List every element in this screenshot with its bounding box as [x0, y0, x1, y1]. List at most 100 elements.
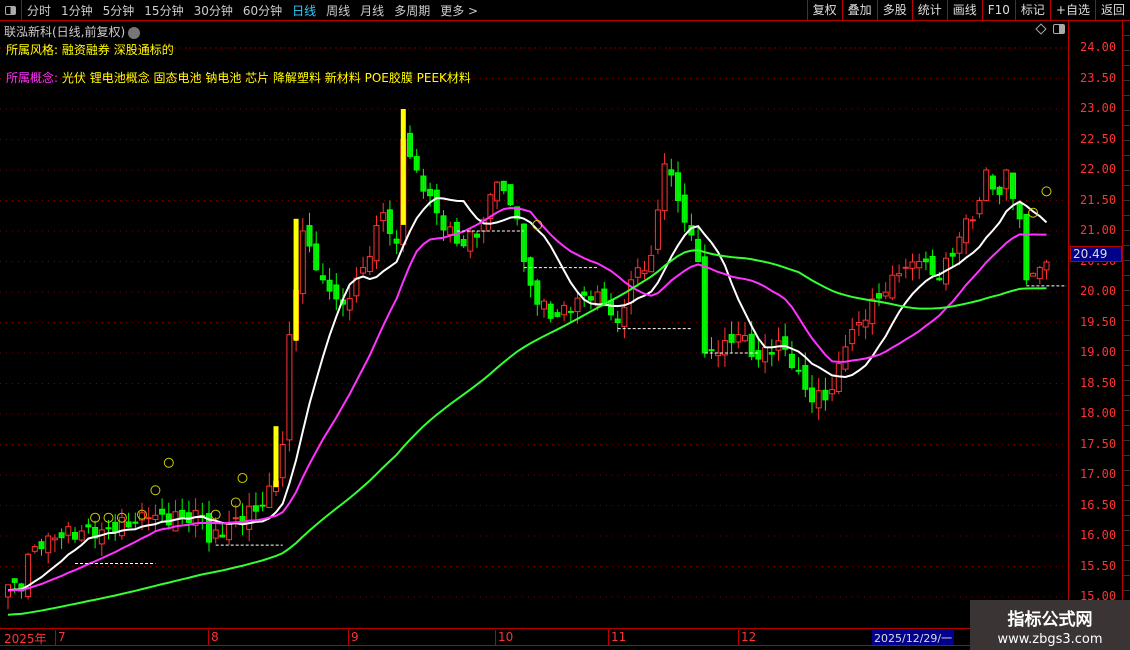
tab-period[interactable]: 5分钟: [98, 2, 140, 19]
signal-bar: [293, 218, 299, 341]
signal-bar: [400, 109, 406, 225]
candle-body: [909, 261, 916, 269]
candle-body: [534, 280, 541, 305]
side-cell: [1123, 156, 1130, 171]
price-tick: 15.50: [1080, 558, 1117, 573]
candle-body: [98, 529, 105, 545]
dropdown-icon[interactable]: [128, 26, 141, 39]
concept-value: 光伏 锂电池概念 固态电池 钠电池 芯片 降解塑料 新材料 POE胶膜 PEEK…: [61, 71, 471, 85]
month-label: 11: [608, 630, 626, 646]
candle-body: [1023, 213, 1030, 281]
month-label: 10: [495, 630, 513, 646]
side-cell: [1123, 276, 1130, 291]
tab-period[interactable]: 更多 >: [435, 2, 483, 19]
candle-body: [735, 334, 742, 343]
tab-period[interactable]: 30分钟: [189, 2, 238, 19]
side-cell: [1123, 351, 1130, 366]
toolbar-button[interactable]: 复权: [806, 0, 842, 20]
side-cell: [1123, 141, 1130, 156]
candle-body: [226, 523, 233, 541]
candle-body: [1036, 267, 1043, 280]
candle-body: [762, 346, 769, 363]
side-cell: [1123, 456, 1130, 471]
price-tick: 21.50: [1080, 192, 1117, 207]
toolbar: 分时 1分钟 5分钟 15分钟 30分钟 60分钟 日线 周线 月线 多周期 更多 > 复权 叠加 多股…: [0, 0, 1130, 21]
panel-toggle-button[interactable]: [0, 0, 22, 20]
price-tick: 22.00: [1080, 162, 1117, 176]
candle-body: [581, 291, 588, 296]
right-side-panel[interactable]: [1122, 21, 1130, 628]
candle-body: [407, 132, 413, 157]
candle-body: [212, 529, 219, 539]
side-cell: [1123, 426, 1130, 441]
price-tick: 20.00: [1080, 284, 1117, 298]
candle-body: [507, 184, 514, 206]
candle-body: [681, 194, 688, 223]
candle-body: [614, 318, 621, 324]
candle-body: [983, 169, 990, 202]
candle-body: [319, 275, 326, 281]
side-cell: [1123, 216, 1130, 231]
toolbar-button[interactable]: 返回: [1094, 0, 1130, 20]
candlestick-chart[interactable]: [0, 0, 1130, 650]
tab-period[interactable]: 多周期: [389, 2, 435, 19]
candle-body: [494, 181, 501, 202]
tab-period[interactable]: 周线: [321, 2, 355, 19]
candle-body: [360, 267, 367, 274]
side-cell: [1123, 396, 1130, 411]
toolbar-button[interactable]: 叠加: [841, 0, 877, 20]
candle-body: [641, 270, 648, 275]
toolbar-button[interactable]: 统计: [911, 0, 947, 20]
candle-body: [902, 266, 909, 269]
candle-body: [1003, 169, 1010, 190]
tab-period[interactable]: 1分钟: [56, 2, 98, 19]
current-price-label: 20.49: [1070, 246, 1122, 262]
candle-body: [1016, 202, 1023, 220]
candle-body: [809, 387, 815, 403]
price-tick: 23.00: [1080, 101, 1117, 115]
candle-body: [306, 225, 313, 247]
price-tick: 16.50: [1080, 497, 1117, 512]
watermark-url: www.zbgs3.com: [997, 632, 1103, 647]
candle-body: [882, 291, 889, 297]
candle-body: [855, 322, 862, 326]
candle-body: [829, 389, 836, 395]
toolbar-button[interactable]: 多股: [876, 0, 912, 20]
candle-body: [152, 514, 159, 520]
side-cell: [1123, 126, 1130, 141]
side-cell: [1123, 111, 1130, 126]
side-cell: [1123, 81, 1130, 96]
candle-body: [969, 219, 976, 222]
side-cell: [1123, 291, 1130, 306]
diamond-icon[interactable]: [1035, 23, 1047, 35]
tab-period[interactable]: 日线: [287, 2, 321, 19]
candle-body: [172, 511, 179, 532]
stock-title: 联泓新科(日线,前复权): [4, 23, 141, 40]
tab-period[interactable]: 60分钟: [238, 2, 287, 19]
candle-body: [654, 209, 661, 250]
candle-body: [936, 277, 943, 281]
candle-body: [65, 526, 72, 536]
tab-period[interactable]: 月线: [355, 2, 389, 19]
candle-body: [621, 307, 628, 327]
style-info: 所属风格: 融资融券 深股通标的: [6, 41, 174, 58]
candle-body: [145, 517, 152, 520]
tab-period[interactable]: 15分钟: [139, 2, 188, 19]
candle-body: [500, 180, 507, 192]
concept-label: 所属概念:: [6, 71, 59, 85]
panel-icon[interactable]: [1053, 24, 1065, 34]
candle-body: [440, 215, 447, 231]
tab-period[interactable]: 分时: [22, 2, 56, 19]
candle-body: [286, 334, 293, 441]
candle-body: [567, 310, 574, 313]
toolbar-button[interactable]: 画线: [946, 0, 982, 20]
candle-body: [849, 329, 856, 345]
candle-body: [165, 513, 172, 526]
toolbar-button[interactable]: +自选: [1049, 0, 1095, 20]
style-label: 所属风格:: [6, 43, 59, 57]
candle-body: [788, 353, 795, 369]
toolbar-button[interactable]: F10: [981, 0, 1015, 20]
toolbar-button[interactable]: 标记: [1014, 0, 1050, 20]
side-cell: [1123, 441, 1130, 456]
side-cell: [1123, 366, 1130, 381]
